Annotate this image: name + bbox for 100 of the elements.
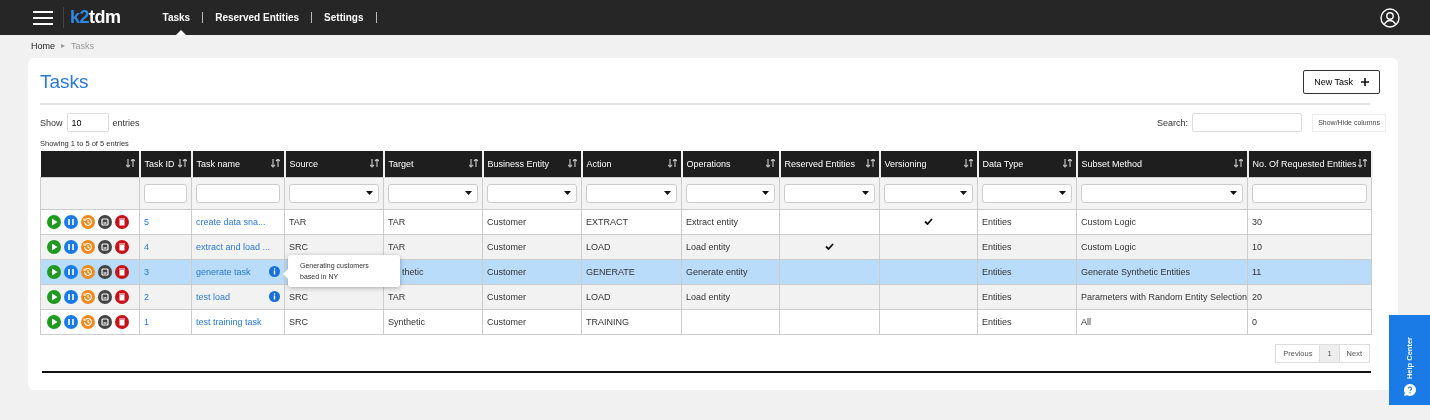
sort-icon[interactable] bbox=[125, 159, 135, 169]
table-cell: Entities bbox=[982, 316, 1012, 327]
column-header[interactable]: Subset Method bbox=[1076, 151, 1248, 177]
table-cell: Load entity bbox=[686, 291, 731, 302]
logo-brand: k2 bbox=[70, 7, 90, 28]
run-icon[interactable] bbox=[47, 239, 61, 254]
table-cell: Customer bbox=[487, 266, 526, 277]
table-cell: Entities bbox=[982, 241, 1012, 252]
sort-icon[interactable] bbox=[1062, 159, 1072, 169]
menu-icon[interactable] bbox=[33, 9, 53, 26]
pause-icon[interactable] bbox=[64, 314, 78, 329]
stop-icon[interactable] bbox=[98, 239, 112, 254]
stop-icon[interactable] bbox=[98, 289, 112, 304]
table-cell: Load entity bbox=[686, 241, 731, 252]
delete-icon[interactable] bbox=[115, 264, 129, 279]
table-cell: LOAD bbox=[586, 291, 611, 302]
pause-icon[interactable] bbox=[64, 264, 78, 279]
sort-icon[interactable] bbox=[567, 159, 577, 169]
sort-icon[interactable] bbox=[667, 159, 677, 169]
column-header[interactable] bbox=[40, 151, 140, 177]
table-cell: 30 bbox=[1252, 216, 1262, 227]
column-header[interactable]: Target bbox=[383, 151, 483, 177]
logo-product: tdm bbox=[89, 7, 121, 28]
pause-icon[interactable] bbox=[64, 214, 78, 229]
table-cell: TRAINING bbox=[586, 316, 629, 327]
filter-field[interactable] bbox=[144, 183, 187, 203]
stop-icon[interactable] bbox=[98, 314, 112, 329]
column-header[interactable]: Business Entity bbox=[482, 151, 582, 177]
table-cell: SRC bbox=[289, 291, 308, 302]
sort-icon[interactable] bbox=[865, 159, 875, 169]
new-task-button[interactable]: New Task bbox=[1303, 70, 1380, 94]
task-name-link[interactable]: test load bbox=[196, 291, 231, 302]
table-cell: Extract entity bbox=[686, 216, 739, 227]
table-cell: GENERATE bbox=[586, 266, 635, 277]
column-header[interactable]: Operations bbox=[681, 151, 780, 177]
table-cell: SRC bbox=[289, 316, 308, 327]
run-icon[interactable] bbox=[47, 264, 61, 279]
plus-icon bbox=[1361, 78, 1369, 86]
delete-icon[interactable] bbox=[115, 214, 129, 229]
table-cell: Entities bbox=[982, 266, 1012, 277]
entries-label: entries bbox=[112, 117, 140, 128]
table-cell: 20 bbox=[1252, 291, 1262, 302]
run-icon[interactable] bbox=[47, 314, 61, 329]
column-header[interactable]: Action bbox=[581, 151, 682, 177]
nav-tab[interactable]: Tasks bbox=[162, 0, 204, 35]
table-cell: Custom Logic bbox=[1081, 241, 1137, 252]
nav-tab[interactable]: Settings bbox=[312, 0, 377, 35]
column-header[interactable]: Versioning bbox=[879, 151, 978, 177]
sort-icon[interactable] bbox=[765, 159, 775, 169]
stop-icon[interactable] bbox=[98, 214, 112, 229]
column-header[interactable]: Data Type bbox=[977, 151, 1077, 177]
nav-tab[interactable]: Reserved Entities bbox=[203, 0, 313, 35]
delete-icon[interactable] bbox=[115, 314, 129, 329]
task-id-link[interactable]: 5 bbox=[144, 216, 149, 227]
table-cell: Parameters with Random Entity Selection bbox=[1081, 291, 1248, 302]
column-header[interactable]: No. Of Requested Entities bbox=[1247, 151, 1372, 177]
table-cell: 11 bbox=[1252, 266, 1262, 277]
breadcrumb-item[interactable]: Home bbox=[31, 41, 55, 51]
user-icon[interactable] bbox=[1380, 7, 1400, 28]
table-cell: TAR bbox=[388, 291, 406, 302]
table-cell: Synthetic bbox=[388, 316, 426, 327]
info-icon[interactable] bbox=[269, 266, 280, 277]
filter-field[interactable] bbox=[1252, 183, 1367, 203]
filter-field[interactable] bbox=[196, 183, 280, 203]
sort-icon[interactable] bbox=[369, 159, 379, 169]
table-cell: Customer bbox=[487, 316, 526, 327]
sort-icon[interactable] bbox=[270, 159, 280, 169]
search-field[interactable] bbox=[1192, 113, 1303, 132]
caret-icon bbox=[862, 191, 869, 195]
sort-icon[interactable] bbox=[963, 159, 973, 169]
column-header[interactable]: Task ID bbox=[139, 151, 192, 177]
sort-icon[interactable] bbox=[468, 159, 478, 169]
table-cell: All bbox=[1081, 316, 1091, 327]
show-label: Show bbox=[40, 117, 63, 128]
delete-icon[interactable] bbox=[115, 289, 129, 304]
task-id-link[interactable]: 1 bbox=[144, 316, 149, 327]
column-header[interactable]: Source bbox=[284, 151, 384, 177]
caret-icon bbox=[960, 191, 967, 195]
run-icon[interactable] bbox=[47, 289, 61, 304]
pause-icon[interactable] bbox=[64, 289, 78, 304]
column-header[interactable]: Task name bbox=[191, 151, 285, 177]
entries-field[interactable]: 10 bbox=[66, 113, 109, 132]
caret-icon bbox=[762, 191, 769, 195]
table-cell: EXTRACT bbox=[586, 216, 628, 227]
delete-icon[interactable] bbox=[115, 239, 129, 254]
sort-icon[interactable] bbox=[1233, 159, 1243, 169]
sort-icon[interactable] bbox=[1357, 159, 1367, 169]
caret-icon bbox=[465, 191, 472, 195]
pause-icon[interactable] bbox=[64, 239, 78, 254]
task-id-link[interactable]: 2 bbox=[144, 291, 149, 302]
sort-icon[interactable] bbox=[177, 159, 187, 169]
caret-icon bbox=[664, 191, 671, 195]
info-icon[interactable] bbox=[269, 291, 280, 302]
column-header[interactable]: Reserved Entities bbox=[779, 151, 880, 177]
task-id-link[interactable]: 4 bbox=[144, 241, 149, 252]
table-cell: LOAD bbox=[586, 241, 611, 252]
table-cell: Entities bbox=[982, 216, 1012, 227]
stop-icon[interactable] bbox=[98, 264, 112, 279]
run-icon[interactable] bbox=[47, 214, 61, 229]
table-cell: 10 bbox=[1252, 241, 1262, 252]
